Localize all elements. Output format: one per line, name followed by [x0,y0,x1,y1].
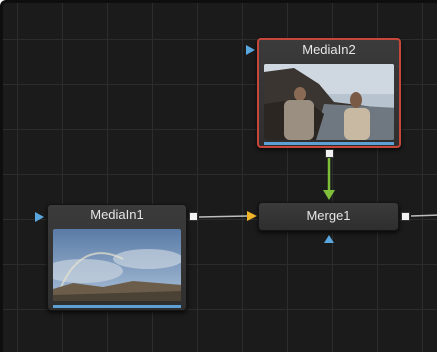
background-input-arrow-icon [247,211,257,221]
mediain2-node[interactable]: MediaIn2 [257,38,401,148]
node-editor-canvas[interactable]: MediaIn2 MediaIn1 Merge1 [0,0,437,352]
mediain1-input-triangle-icon[interactable] [35,212,44,222]
mediain2-title: MediaIn2 [302,42,356,57]
mediain2-output-port-icon[interactable] [325,149,334,158]
mediain2-thumbnail [264,64,394,140]
mediain2-input-triangle-icon[interactable] [246,45,255,55]
mediain1-thumbnail [53,229,181,301]
mediain1-status-bar [53,305,181,308]
merge1-title: Merge1 [306,208,351,223]
merge1-effect-mask-triangle-icon[interactable] [324,235,334,243]
merge1-output-port-icon[interactable] [401,212,410,221]
foreground-input-arrow-icon [323,190,335,200]
mediain1-output-port-icon[interactable] [189,212,198,221]
merge1-node[interactable]: Merge1 [258,202,399,231]
mediain2-status-bar [264,142,394,145]
mediain1-title: MediaIn1 [90,207,144,222]
wire-mediain1-to-merge1 [198,215,248,218]
wire-merge1-output [410,214,437,217]
mediain1-node[interactable]: MediaIn1 [47,204,187,311]
